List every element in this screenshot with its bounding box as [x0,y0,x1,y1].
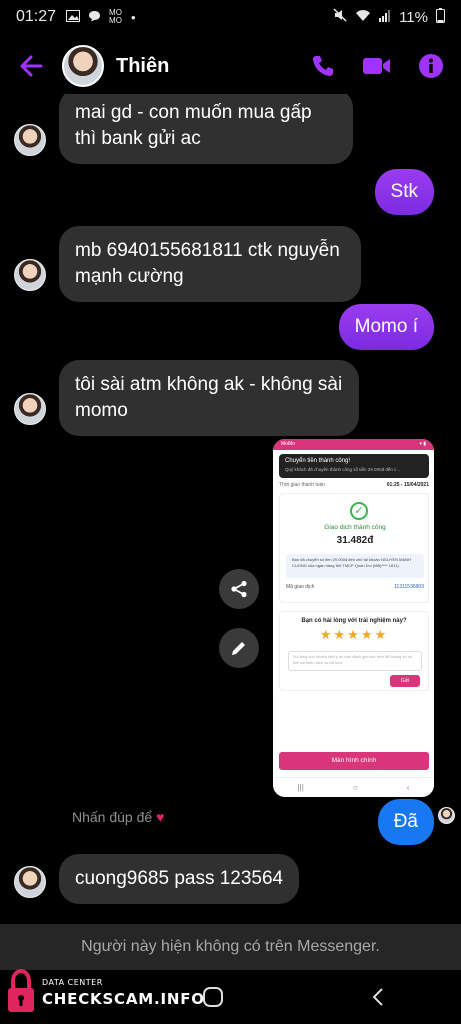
double-tap-hint: Nhấn đúp để ♥ [72,809,164,825]
seen-receipt-avatar [438,807,455,824]
receipt-notification: Chuyển tiền thành công! Quý khách đã chu… [279,454,429,478]
receipt-status: Giao dịch thành công [324,524,386,531]
video-camera-icon [363,58,390,74]
status-bar: 01:27 MO MO • 11% [0,0,461,34]
receipt-info: Bạn đã chuyển số tiền 29.000đ đến chủ tà… [286,554,424,578]
incoming-message[interactable]: mb 6940155681811 ctk nguyễn mạnh cường [59,226,361,302]
back-arrow-icon [20,55,43,77]
receipt-txn-label: Mã giao dịch [286,584,315,590]
wifi-icon [355,9,371,26]
back-nav-button[interactable] [358,977,398,1017]
info-icon [419,54,443,78]
share-button[interactable] [219,569,259,609]
receipt-card: ✓ Giao dịch thành công 31.482đ Bạn đã ch… [279,493,429,603]
receipt-send-button: Gửi [390,675,420,687]
gallery-notification-icon [66,9,81,25]
receipt-time-label: Thời gian thanh toán [279,482,326,488]
sender-avatar [14,259,46,291]
receipt-amount: 31.482đ [336,535,374,546]
message-list[interactable]: mai gd - con muốn mua gấp thì bank gửi a… [0,94,461,924]
info-button[interactable] [415,50,447,82]
checkscam-watermark: DATA CENTER CHECKSCAM.INFO [6,966,204,1018]
watermark-small-text: DATA CENTER [42,978,103,987]
dot-icon: • [131,9,136,25]
watermark-big-text: CHECKSCAM.INFO [42,990,205,1008]
receipt-status-bar: MoMo ▾ ▮ [273,439,434,450]
receipt-notification-body: Quý khách đã chuyển thành công số tiền 2… [285,467,401,472]
sender-avatar [14,124,46,156]
battery-icon [436,7,445,27]
outgoing-message[interactable]: Stk [374,169,434,215]
receipt-stars: ★★★★★ [319,627,389,642]
chat-notification-icon [88,10,101,25]
pencil-icon [232,642,245,655]
receipt-back-icon: ‹ [406,783,410,792]
receipt-txn-value: 11311536903 [394,584,424,590]
receipt-recents-icon: ||| [297,783,304,792]
voice-call-button[interactable] [307,50,339,82]
incoming-message[interactable]: cuong9685 pass 123564 [59,854,300,904]
back-button[interactable] [14,49,48,83]
receipt-home-icon: ○ [352,783,358,792]
home-circle-icon [202,987,223,1007]
incoming-message[interactable]: mai gd - con muốn mua gấp thì bank gửi a… [59,94,353,164]
receipt-app-name: MoMo [281,441,295,447]
lock-icon [8,968,34,1012]
share-icon [231,580,247,598]
receipt-notification-title: Chuyển tiền thành công! [285,458,351,464]
battery-level: 11% [399,8,428,26]
edit-button[interactable] [219,628,259,668]
outgoing-message[interactable]: Momo í [338,304,434,350]
receipt-home-button: Màn hình chính [279,752,429,770]
receipt-image-attachment[interactable]: MoMo ▾ ▮ Chuyển tiền thành công! Quý khá… [273,439,434,797]
receipt-time-row: Thời gian thanh toán 01:25 - 15/04/2021 [279,482,429,488]
sender-avatar [14,393,46,425]
phone-icon [313,56,333,76]
incoming-message[interactable]: tôi sài atm không ak - không sài momo [59,360,359,436]
video-call-button[interactable] [361,50,393,82]
receipt-status-icons: ▾ ▮ [419,441,426,447]
contact-name[interactable]: Thiên [116,55,169,78]
heart-icon: ♥ [156,809,165,825]
sender-avatar [14,866,46,898]
hint-text: Nhấn đúp để [72,809,153,825]
contact-avatar[interactable] [62,45,104,87]
unavailable-banner: Người này hiện không có trên Messenger. [0,924,461,970]
receipt-nav-bar: ||| ○ ‹ [273,777,434,797]
momo-badge: MO MO [109,8,122,25]
receipt-rating-card: Bạn có hài lòng với trải nghiệm này? ★★★… [279,611,429,691]
back-chevron-icon [372,988,383,1006]
receipt-txn-row: Mã giao dịch 11311536903 [286,584,424,590]
receipt-rating-question: Bạn có hài lòng với trải nghiệm này? [301,618,407,624]
status-time: 01:27 [16,8,57,25]
mute-icon [333,8,347,26]
receipt-feedback-box: Vui lòng cho MoMo biết ý do bạn đánh giá… [288,651,422,671]
chat-header: Thiên [0,38,461,94]
success-check-icon: ✓ [350,502,368,520]
receipt-time-value: 01:25 - 15/04/2021 [386,482,429,488]
signal-icon [379,9,391,26]
outgoing-message[interactable]: Đã [377,799,434,845]
